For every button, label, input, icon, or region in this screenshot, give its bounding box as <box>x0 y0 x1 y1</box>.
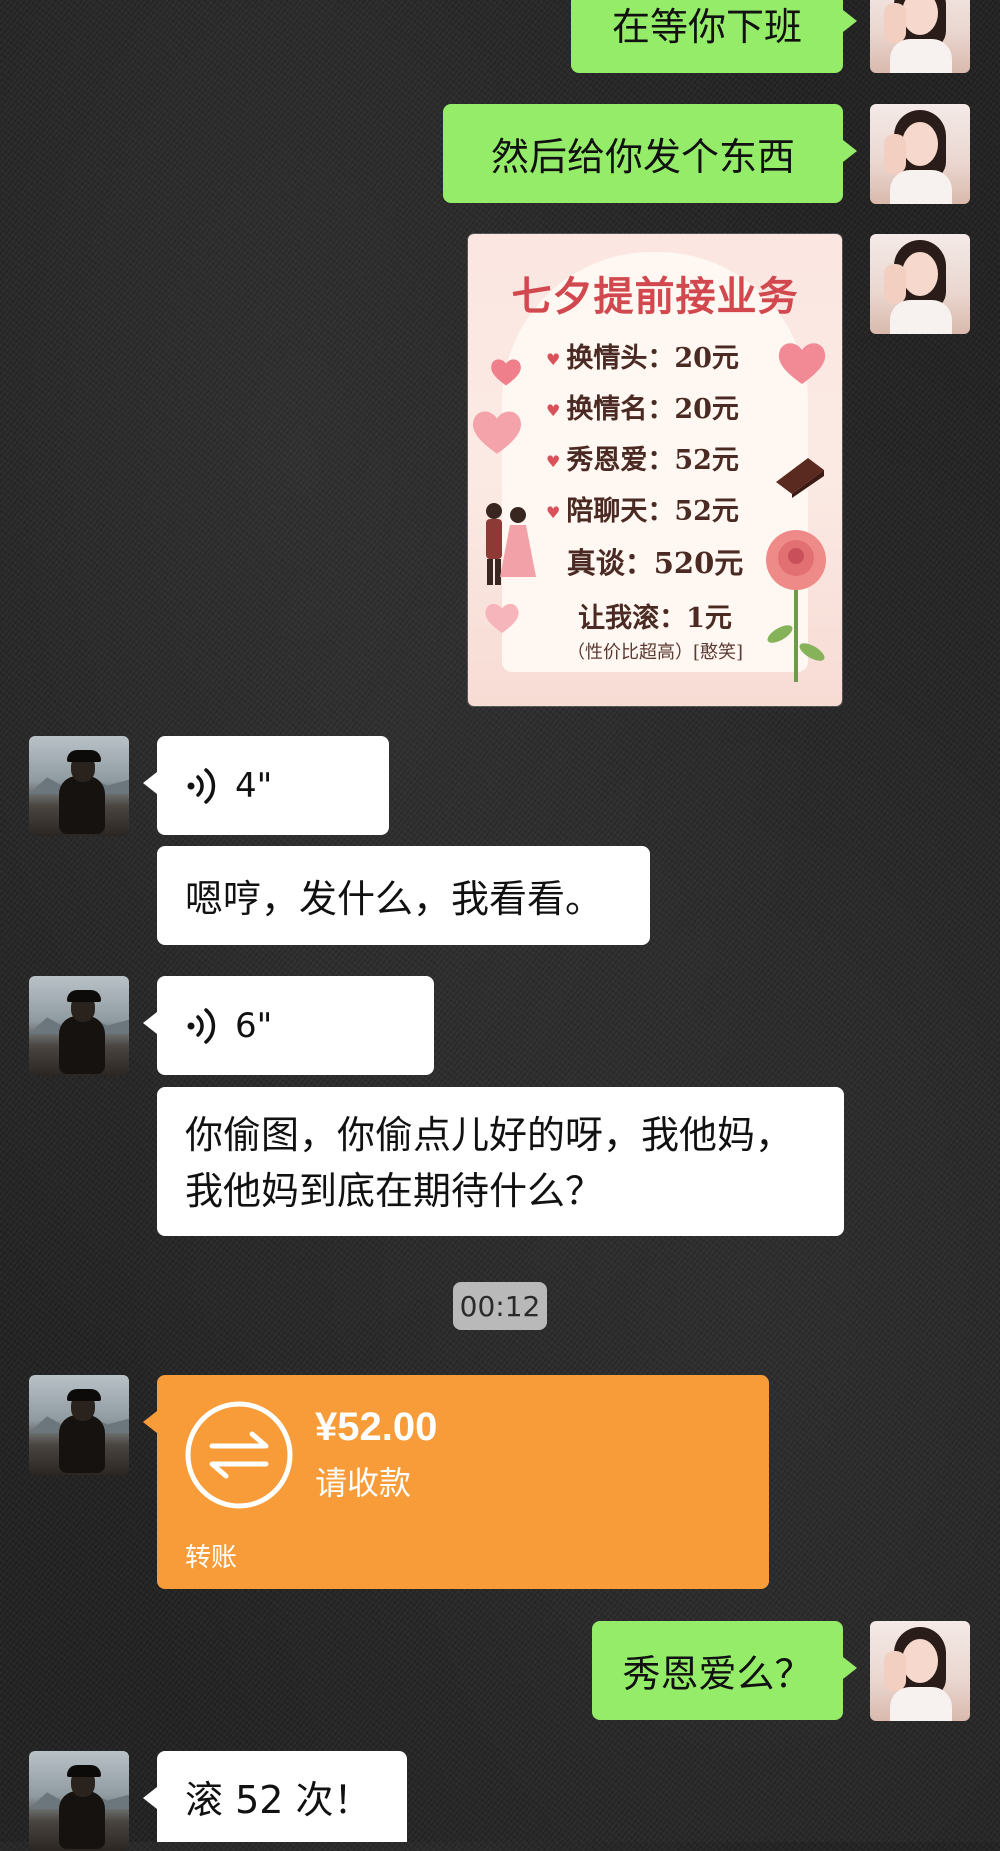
message-text: 秀恩爱么？ <box>622 1652 813 1696</box>
contact-avatar[interactable] <box>29 736 129 836</box>
poster-item: ♥ 换情头：20元 <box>546 343 739 374</box>
my-avatar[interactable] <box>870 1621 970 1721</box>
message-text: 在等你下班 <box>611 5 802 49</box>
received-message-bubble[interactable]: 嗯哼，发什么，我看看。 <box>157 846 650 945</box>
chat-timestamp: 00:12 <box>453 1282 547 1330</box>
my-avatar[interactable] <box>870 234 970 334</box>
rose-icon <box>766 530 826 682</box>
received-message-bubble[interactable]: 你偷图，你偷点儿好的呀，我他妈，我他妈到底在期待什么？ <box>157 1087 844 1236</box>
contact-avatar[interactable] <box>29 1751 129 1851</box>
poster-item: ♥ 秀恩爱：52元 <box>546 445 739 476</box>
poster-item: ♥ 陪聊天：52元 <box>546 496 739 527</box>
my-avatar[interactable] <box>870 0 970 73</box>
poster-item: ♥ 换情名：20元 <box>546 394 739 425</box>
heart-bullet-icon: ♥ <box>546 503 561 522</box>
transfer-status: 请收款 <box>315 1464 412 1502</box>
voice-duration: 6" <box>235 1005 273 1046</box>
voice-wave-icon <box>187 767 216 804</box>
voice-duration: 4" <box>235 765 273 806</box>
sent-message-bubble[interactable]: 然后给你发个东西 <box>443 104 857 203</box>
heart-bullet-icon: ♥ <box>546 452 561 471</box>
heart-decoration-icon <box>485 603 519 633</box>
received-message-bubble[interactable]: 滚 52 次！ <box>143 1751 407 1842</box>
message-text: 你偷图，你偷点儿好的呀，我他妈，我他妈到底在期待什么？ <box>185 1113 794 1213</box>
contact-avatar[interactable] <box>29 1375 129 1475</box>
message-text: 滚 52 次！ <box>185 1778 372 1822</box>
transfer-arrows-icon <box>185 1401 293 1509</box>
heart-decoration-icon <box>778 343 826 384</box>
heart-bullet-icon: ♥ <box>546 350 561 369</box>
message-text: 嗯哼，发什么，我看看。 <box>185 877 604 921</box>
transfer-card[interactable]: ¥52.00 请收款 转账 <box>143 1375 769 1589</box>
sent-message-bubble[interactable]: 秀恩爱么？ <box>592 1621 857 1720</box>
couple-illustration-icon <box>486 503 536 585</box>
transfer-amount: ¥52.00 <box>315 1405 438 1449</box>
transfer-divider <box>157 1527 769 1528</box>
message-text: 然后给你发个东西 <box>490 135 795 179</box>
heart-decoration-icon <box>473 411 521 454</box>
voice-message-bubble[interactable]: 4" <box>143 736 389 835</box>
chocolate-icon <box>776 458 824 498</box>
contact-avatar[interactable] <box>29 976 129 1076</box>
transfer-label: 转账 <box>185 1543 238 1573</box>
heart-decoration-icon <box>491 359 521 386</box>
heart-bullet-icon: ♥ <box>546 401 561 420</box>
sent-image-poster[interactable]: 七夕提前接业务 ♥ 换情头：20元 ♥ 换情名：20元 ♥ 秀恩爱：52元 ♥ 陪聊天：… <box>468 234 842 706</box>
voice-message-bubble[interactable]: 6" <box>143 976 434 1075</box>
voice-wave-icon <box>187 1007 216 1044</box>
my-avatar[interactable] <box>870 104 970 204</box>
sent-message-bubble[interactable]: 在等你下班 <box>571 0 857 73</box>
poster-title: 七夕提前接业务 <box>511 273 799 320</box>
